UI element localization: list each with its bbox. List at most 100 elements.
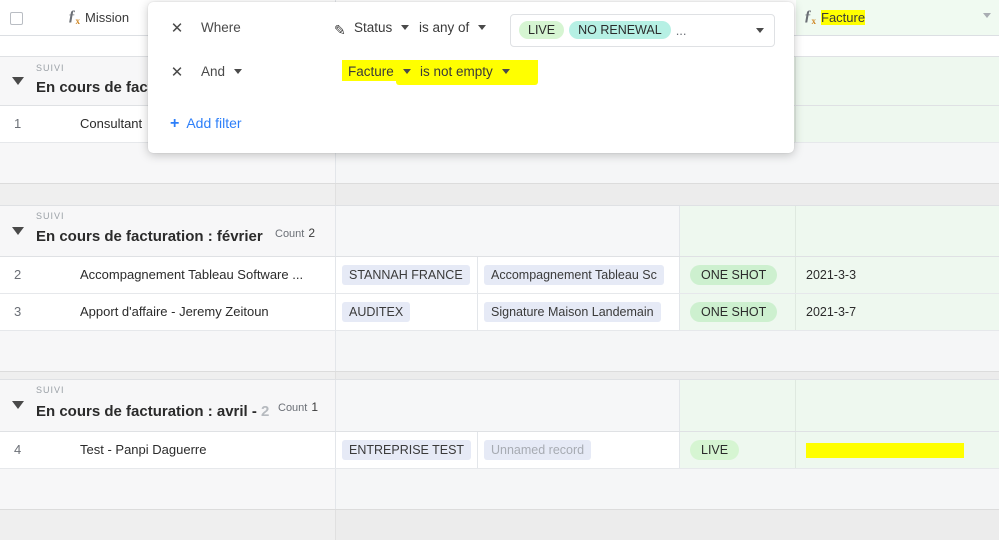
column-header-label: Facture	[821, 10, 866, 25]
row-mission-cell[interactable]: 4 Test - Panpi Daguerre	[0, 432, 336, 468]
filter-field-label: Status	[354, 20, 393, 35]
filter-value-select[interactable]: LIVE NO RENEWAL ...	[510, 14, 775, 47]
select-all-checkbox[interactable]	[10, 12, 23, 25]
row-client-cell[interactable]: AUDITEX	[336, 294, 478, 330]
row-index: 2	[14, 267, 22, 282]
add-row-left[interactable]	[0, 331, 336, 371]
filter-conjunction-select[interactable]: And	[201, 64, 242, 79]
group-header-row[interactable]: SUIVI En cours de facturation : février …	[0, 205, 999, 257]
add-row-right	[336, 469, 999, 509]
row-detail-cell[interactable]: Accompagnement Tableau Sc	[478, 257, 680, 293]
row-client-cell[interactable]: ENTREPRISE TEST	[336, 432, 478, 468]
group-count-value: 1	[311, 400, 319, 414]
filter-conjunction-label: And	[201, 64, 226, 79]
row-detail-cell[interactable]: Signature Maison Landemain	[478, 294, 680, 330]
add-filter-label: Add filter	[186, 115, 242, 131]
group-header-row[interactable]: SUIVI En cours de facturation : avril - …	[0, 379, 999, 432]
highlighter-underline	[396, 78, 538, 85]
filter-field-label: Facture	[348, 64, 394, 79]
row-status-cell[interactable]: LIVE	[680, 432, 796, 468]
row-index: 4	[14, 442, 22, 457]
formula-icon: ƒx	[804, 8, 816, 26]
client-chip[interactable]: ENTREPRISE TEST	[342, 440, 472, 460]
chevron-down-icon[interactable]	[756, 28, 764, 33]
collapse-triangle-icon[interactable]	[12, 77, 24, 85]
facture-value: 2021-3-3	[806, 268, 857, 282]
row-mission-label: Consultant	[80, 116, 143, 131]
detail-chip[interactable]: Accompagnement Tableau Sc	[484, 265, 664, 285]
group-title-text: En cours de facturation : avril -	[36, 403, 262, 420]
status-badge: ONE SHOT	[690, 265, 778, 285]
row-facture-cell[interactable]	[796, 106, 999, 142]
facture-value: 2021-3-7	[806, 305, 857, 319]
group-title: En cours de fact	[36, 79, 153, 96]
value-overflow-ellipsis: ...	[675, 22, 687, 38]
chevron-down-icon[interactable]	[983, 13, 991, 18]
group-spacer	[0, 509, 999, 540]
group-count-label: Count	[275, 228, 305, 240]
client-chip[interactable]: STANNAH FRANCE	[342, 265, 470, 285]
detail-chip-empty[interactable]: Unnamed record	[484, 440, 592, 460]
status-badge: LIVE	[690, 440, 740, 460]
group-field-label: SUIVI	[36, 211, 65, 221]
table-row[interactable]: 2 Accompagnement Tableau Software ... ST…	[0, 257, 999, 294]
collapse-triangle-icon[interactable]	[12, 227, 24, 235]
airtable-grid-screen: ƒx Mission ƒx Facture SUIVI En cours de …	[0, 0, 999, 540]
row-status-cell[interactable]: ONE SHOT	[680, 294, 796, 330]
group-facture-cell	[796, 380, 999, 431]
formula-icon: ƒx	[68, 8, 80, 26]
row-client-cell[interactable]: STANNAH FRANCE	[336, 257, 478, 293]
add-row-right	[336, 331, 999, 371]
row-facture-cell[interactable]: 2021-3-3	[796, 257, 999, 293]
filter-panel: ✕ Where ✎ Status is any of LIVE NO RENEW…	[148, 2, 794, 153]
row-detail-cell[interactable]: Unnamed record	[478, 432, 680, 468]
filter-value-chips: LIVE NO RENEWAL ...	[519, 21, 687, 39]
filter-operator-select[interactable]: is any of	[419, 20, 487, 35]
value-chip-live: LIVE	[519, 21, 565, 39]
chevron-down-icon	[478, 25, 487, 31]
detail-chip[interactable]: Signature Maison Landemain	[484, 302, 661, 322]
add-row-band[interactable]	[0, 469, 999, 509]
pencil-icon: ✎	[334, 22, 346, 38]
column-header-facture[interactable]: ƒx Facture	[796, 0, 999, 35]
group-count: Count 1	[278, 400, 318, 414]
filter-conjunction-label: Where	[201, 20, 241, 35]
plus-icon: +	[170, 115, 180, 132]
group-status-cell	[680, 206, 796, 256]
column-header-label: Mission	[85, 10, 130, 25]
group-count-label: Count	[278, 402, 308, 414]
group-field-label: SUIVI	[36, 63, 65, 73]
filter-operator-label: is not empty	[420, 64, 493, 79]
filter-operator-select[interactable]: is not empty	[420, 64, 510, 79]
collapse-triangle-icon[interactable]	[12, 401, 24, 409]
filter-row: ✕ And Facture is not empty	[148, 52, 794, 96]
table-row[interactable]: 4 Test - Panpi Daguerre ENTREPRISE TEST …	[0, 432, 999, 469]
group-mid-cell	[336, 380, 680, 431]
remove-filter-icon[interactable]: ✕	[170, 65, 184, 80]
table-row[interactable]: 3 Apport d'affaire - Jeremy Zeitoun AUDI…	[0, 294, 999, 331]
row-status-cell[interactable]: ONE SHOT	[680, 257, 796, 293]
filter-operator-label: is any of	[419, 20, 470, 35]
group-left-cell: SUIVI En cours de facturation : avril - …	[0, 380, 336, 431]
group-title-suffix: 2	[261, 403, 270, 420]
group-count-value: 2	[308, 226, 316, 240]
filter-row: ✕ Where ✎ Status is any of LIVE NO RENEW…	[148, 8, 794, 52]
filter-field-select[interactable]: Status	[354, 20, 410, 35]
remove-filter-icon[interactable]: ✕	[170, 21, 184, 36]
row-mission-cell[interactable]: 3 Apport d'affaire - Jeremy Zeitoun	[0, 294, 336, 330]
chevron-down-icon	[233, 69, 242, 75]
row-mission-label: Apport d'affaire - Jeremy Zeitoun	[80, 304, 269, 319]
row-mission-cell[interactable]: 2 Accompagnement Tableau Software ...	[0, 257, 336, 293]
chevron-down-icon	[401, 25, 410, 31]
add-filter-button[interactable]: + Add filter	[170, 115, 242, 133]
client-chip[interactable]: AUDITEX	[342, 302, 411, 322]
group-mid-cell	[336, 206, 680, 256]
filter-field-select[interactable]: Facture	[348, 64, 411, 79]
add-row-left[interactable]	[0, 469, 336, 509]
status-badge: ONE SHOT	[690, 302, 778, 322]
add-row-band[interactable]	[0, 331, 999, 371]
row-facture-cell[interactable]: 2021-3-7	[796, 294, 999, 330]
row-facture-cell[interactable]	[796, 432, 999, 468]
row-index: 1	[14, 116, 22, 131]
redaction-mark	[806, 442, 964, 458]
